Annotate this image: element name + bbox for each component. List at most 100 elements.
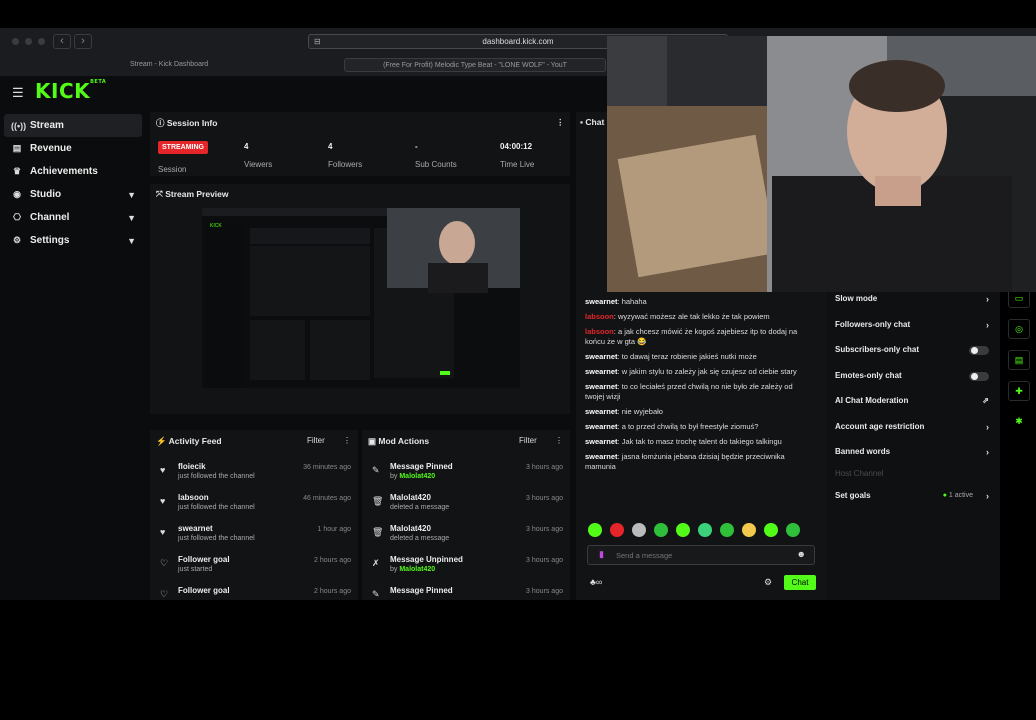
more-options-icon[interactable]: ⋮ — [343, 436, 351, 445]
wrench-icon[interactable]: ✚ — [1008, 381, 1030, 401]
filter-button[interactable]: Filter — [519, 436, 537, 445]
emotes-only-option[interactable]: Emotes-only chat — [835, 368, 995, 384]
trash-icon: 🗑 — [372, 496, 384, 506]
sidebar-item-settings[interactable]: ⚙ Settings ▼ — [0, 229, 150, 252]
maximize-dot[interactable] — [38, 38, 45, 45]
forward-icon[interactable]: › — [74, 34, 92, 49]
emote-icon[interactable] — [698, 523, 712, 537]
emote-icon[interactable] — [720, 523, 734, 537]
emote-icon[interactable] — [588, 523, 602, 537]
filter-button[interactable]: Filter — [307, 436, 325, 445]
emote-icon[interactable] — [786, 523, 800, 537]
list-item: ✗ Message Unpinned by Malolat420 3 hours… — [372, 555, 563, 573]
chat-message: swearnet: hahaha — [585, 297, 647, 306]
chat-message: swearnet: Jak tak to masz trochę talent … — [585, 437, 782, 446]
heart-icon: ♥ — [160, 496, 166, 506]
gear-icon: ⚙ — [12, 235, 22, 245]
more-options-icon[interactable]: ⋮ — [556, 117, 565, 128]
chat-input-box[interactable]: ▮ ☻ — [587, 545, 815, 565]
list-item: 🗑 Malolat420 deleted a message 3 hours a… — [372, 524, 563, 542]
emote-icon[interactable] — [764, 523, 778, 537]
emote-bar — [588, 523, 800, 537]
chat-messages: swearnet: hahaha labsoon: wyzywać możesz… — [585, 297, 813, 477]
more-options-icon[interactable]: ⋮ — [555, 436, 563, 445]
webcam-overlay — [607, 36, 1036, 292]
list-item: ✎ Message Pinned by Malolat420 3 hours a… — [372, 462, 563, 480]
ai-moderation-option[interactable]: AI Chat Moderation ⇗ — [835, 393, 995, 409]
studio-icon: ◉ — [13, 189, 21, 199]
emote-icon[interactable] — [742, 523, 756, 537]
puzzle-icon[interactable]: ✱ — [1008, 412, 1030, 432]
sidebar-item-achievements[interactable]: ♛ Achievements — [0, 160, 150, 183]
host-channel-option: Host Channel — [835, 469, 884, 478]
heart-outline-icon: ♡ — [160, 558, 169, 568]
sidebar-item-studio[interactable]: ◉ Studio ▼ — [0, 183, 150, 206]
stat-subs: - Sub Counts — [415, 142, 457, 169]
stream-preview-video[interactable]: KICK — [202, 208, 520, 388]
minimize-dot[interactable] — [25, 38, 32, 45]
broadcast-icon[interactable]: ◎ — [1008, 319, 1030, 339]
stream-preview-panel: ⤧ Stream Preview KICK — [150, 184, 570, 414]
back-icon[interactable]: ‹ — [53, 34, 71, 49]
set-goals-option[interactable]: Set goals ● 1 active › — [835, 488, 995, 504]
list-item: ♡ Follower goal just started 2 hours ago — [160, 555, 351, 573]
activity-feed-title: ⚡ Activity Feed — [156, 436, 222, 446]
microphone-icon[interactable]: ▮ — [599, 549, 604, 560]
chevron-down-icon: ▼ — [127, 189, 136, 200]
gear-icon[interactable]: ⚙ — [764, 577, 772, 588]
tab-dashboard[interactable]: Stream - Kick Dashboard — [130, 58, 330, 72]
sidebar-item-label: Achievements — [30, 166, 98, 177]
svg-text:KICK: KICK — [210, 223, 222, 229]
broadcast-icon: ((•)) — [11, 120, 27, 131]
trophy-icon: ♛ — [12, 166, 22, 176]
followers-only-option[interactable]: Followers-only chat › — [835, 317, 995, 333]
mod-actions-title: ▣ Mod Actions — [368, 436, 430, 446]
sidebar-item-stream[interactable]: ((•)) Stream — [4, 114, 142, 137]
sidebar: ((•)) Stream ▤ Revenue ♛ Achievements ◉ … — [0, 114, 150, 252]
session-info-title: ⓘ Session Info — [156, 118, 218, 128]
heart-outline-icon: ♡ — [160, 589, 169, 599]
menu-icon[interactable]: ☰ — [12, 85, 24, 101]
pin-icon: ✎ — [372, 465, 380, 475]
subscribers-only-option[interactable]: Subscribers-only chat — [835, 342, 995, 358]
close-dot[interactable] — [12, 38, 19, 45]
banned-words-option[interactable]: Banned words › — [835, 444, 995, 460]
chevron-down-icon: ▼ — [127, 212, 136, 223]
emote-icon[interactable] — [632, 523, 646, 537]
sidebar-item-label: Channel — [30, 212, 70, 223]
chat-message: swearnet: to dawaj teraz robienie jakieś… — [585, 352, 757, 361]
chat-message: swearnet: w jakim stylu to zależy jak si… — [585, 367, 797, 376]
slow-mode-option[interactable]: Slow mode › — [835, 291, 995, 307]
session-label: Session — [158, 165, 187, 174]
chevron-right-icon: › — [986, 447, 989, 457]
chevron-right-icon: › — [986, 294, 989, 304]
emote-icon[interactable] — [676, 523, 690, 537]
status-badge: STREAMING — [158, 141, 208, 154]
sidebar-item-label: Revenue — [30, 143, 72, 154]
account-age-option[interactable]: Account age restriction › — [835, 419, 995, 435]
lightning-icon: ⚡ — [156, 436, 167, 446]
chat-input[interactable] — [616, 549, 786, 562]
chat-settings-panel: Slow mode › Followers-only chat › Subscrib… — [826, 286, 1000, 600]
list-item: ✎ Message Pinned 3 hours ago — [372, 586, 563, 599]
send-chat-button[interactable]: Chat — [784, 575, 816, 590]
sidebar-item-channel[interactable]: ⎔ Channel ▼ — [0, 206, 150, 229]
emote-icon[interactable] — [654, 523, 668, 537]
heart-icon: ♥ — [160, 527, 166, 537]
points-icon[interactable]: ♣∞ — [590, 577, 602, 587]
layout-icon[interactable]: ▤ — [1008, 350, 1030, 370]
emote-icon[interactable] — [610, 523, 624, 537]
sidebar-item-label: Settings — [30, 235, 70, 246]
chat-message: swearnet: nie wyjebało — [585, 407, 663, 416]
emoji-icon[interactable]: ☻ — [797, 549, 806, 559]
window-controls[interactable] — [12, 38, 45, 45]
chat-message: swearnet: jasna łomżunia jebana dzisiaj … — [585, 452, 785, 471]
site-settings-icon[interactable]: ⊟ — [314, 35, 321, 48]
channel-icon: ⎔ — [13, 212, 21, 222]
chevron-down-icon: ▼ — [127, 235, 136, 246]
chat-message: swearnet: to co leciałeś przed chwilą no… — [585, 382, 793, 401]
url-text: dashboard.kick.com — [482, 37, 554, 46]
kick-logo[interactable]: KICKBETA — [35, 79, 106, 103]
sidebar-item-revenue[interactable]: ▤ Revenue — [0, 137, 150, 160]
tab-youtube[interactable]: (Free For Profit) Melodic Type Beat - "L… — [344, 58, 606, 72]
